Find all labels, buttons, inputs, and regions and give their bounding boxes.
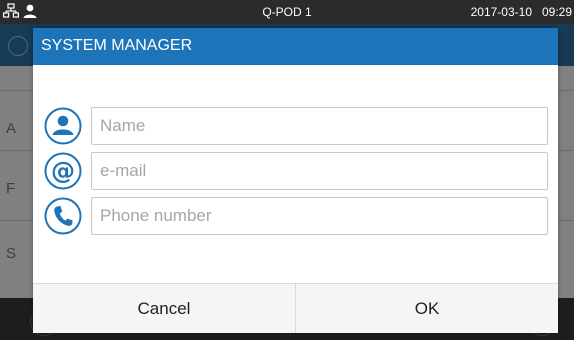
dialog-title: SYSTEM MANAGER xyxy=(41,37,193,54)
background-row-letter: A xyxy=(6,120,17,137)
person-icon xyxy=(44,107,82,145)
phone-icon xyxy=(44,197,82,235)
svg-text:@: @ xyxy=(51,157,75,185)
background-row-letter: S xyxy=(6,245,17,262)
dialog-button-bar: Cancel OK xyxy=(33,283,558,333)
dialog-header: SYSTEM MANAGER xyxy=(33,28,558,65)
background-row-letter: F xyxy=(6,180,16,197)
name-field-row xyxy=(33,107,558,147)
email-input[interactable] xyxy=(91,152,548,190)
background-back-icon xyxy=(8,36,28,56)
name-input[interactable] xyxy=(91,107,548,145)
ok-button[interactable]: OK xyxy=(296,284,558,333)
at-sign-icon: @ xyxy=(44,152,82,190)
status-bar: Q-POD 1 2017-03-10 09:29 xyxy=(0,0,574,24)
phone-field-row xyxy=(33,197,558,237)
cancel-button[interactable]: Cancel xyxy=(33,284,296,333)
phone-input[interactable] xyxy=(91,197,548,235)
status-date: 2017-03-10 xyxy=(470,5,532,19)
system-manager-dialog: SYSTEM MANAGER @ xyxy=(33,28,558,333)
status-time: 09:29 xyxy=(541,5,572,19)
email-field-row: @ xyxy=(33,152,558,192)
